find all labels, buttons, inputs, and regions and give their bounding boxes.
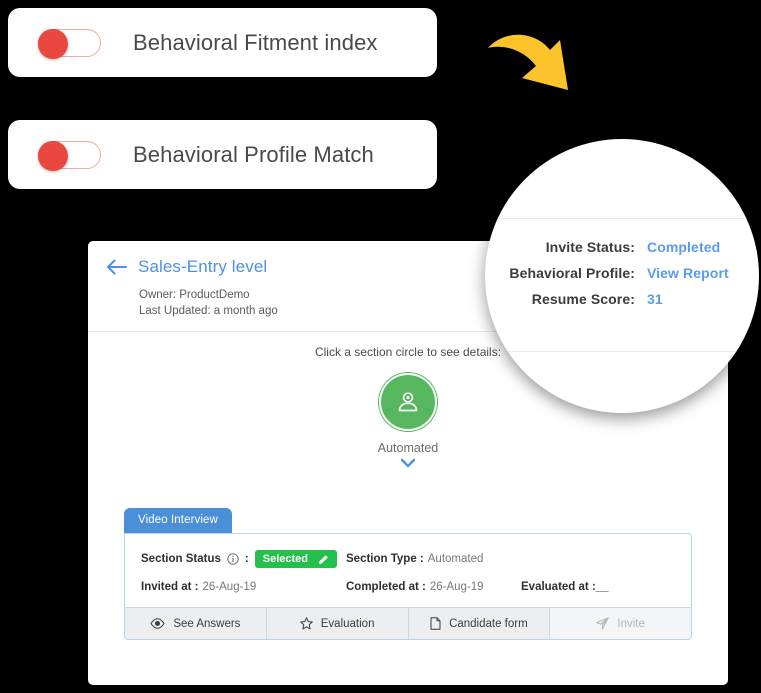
page-title: Sales-Entry level [138,257,268,276]
completed-at-value: 26-Aug-19 [429,581,484,593]
section-name-label: Automated [377,441,439,455]
status-badge-label: Selected [262,553,308,565]
section-status-label: Section Status [141,553,221,565]
evaluation-button[interactable]: Evaluation [266,608,409,639]
see-answers-label: See Answers [173,617,241,630]
magnifier-divider-top [485,218,759,219]
evaluated-at-value: __ [595,581,609,593]
evaluated-at-field: Evaluated at : __ [521,581,609,593]
eye-icon [150,618,165,629]
magnified-row-resume-score: Resume Score: 31 [507,291,737,307]
section-status-field: Section Status : Selected [141,550,346,568]
completed-at-label: Completed at : [346,581,426,593]
section-type-field: Section Type : Automated [346,553,483,565]
toggle-knob-icon [38,140,68,171]
invited-at-value: 26-Aug-19 [202,581,257,593]
curved-arrow-icon [488,34,568,90]
toggle-switch-behavioral-fitment-index[interactable] [38,28,101,59]
magnified-hint-fragment: ils: [491,367,506,379]
document-icon [430,617,441,630]
section-detail-panel: Section Status : Selected Section Type:… [124,533,692,640]
toggle-card-behavioral-profile-match[interactable]: Behavioral Profile Match [8,120,437,189]
colon-separator: : [244,553,249,565]
info-line-top: Section Status : Selected Section Type:… [141,550,675,568]
magnified-detail-list: Invite Status: Completed Behavioral Prof… [507,239,737,307]
magnifier-divider-bottom [485,351,759,352]
magnified-row-behavioral-profile: Behavioral Profile: View Report [507,265,737,281]
see-answers-button[interactable]: See Answers [125,608,267,639]
status-badge[interactable]: Selected [254,550,337,568]
magnified-value[interactable]: 31 [647,291,663,307]
magnifier-lens: Invite Status: Completed Behavioral Prof… [485,139,759,413]
section-type-value: Automated [427,553,484,565]
magnified-label: Invite Status: [545,239,635,255]
candidate-form-label: Candidate form [449,617,528,630]
toggle-card-behavioral-fitment-index[interactable]: Behavioral Fitment index [8,8,437,77]
tab-strip: Video Interview [124,508,692,533]
invite-label: Invite [617,617,645,630]
magnified-label: Resume Score: [531,291,635,307]
chevron-down-icon[interactable] [400,458,416,468]
toggle-knob-icon [38,28,68,59]
panel-body: Section Status : Selected Section Type:… [125,534,691,607]
magnified-value[interactable]: View Report [647,265,729,281]
candidate-form-button[interactable]: Candidate form [408,608,551,639]
info-circle-icon[interactable] [227,553,239,565]
star-icon [299,617,313,630]
toggle-label: Behavioral Profile Match [133,141,374,167]
info-line-bottom: Invited at : 26-Aug-19 Completed at : 26… [141,581,675,593]
webcam-person-icon [398,392,418,412]
action-button-row: See Answers Evaluation Candidate form In… [125,607,691,639]
pencil-icon[interactable] [318,554,329,565]
completed-at-field: Completed at : 26-Aug-19 [346,581,521,593]
invited-at-label: Invited at : [141,581,199,593]
back-arrow-icon[interactable] [106,259,127,275]
evaluation-label: Evaluation [320,617,375,630]
paper-plane-icon [596,617,610,630]
toggle-label: Behavioral Fitment index [133,29,378,55]
magnified-row-invite-status: Invite Status: Completed [507,239,737,255]
section-node-automated[interactable]: Automated [378,373,438,473]
toggle-switch-behavioral-profile-match[interactable] [38,140,101,171]
tab-video-interview[interactable]: Video Interview [124,508,232,533]
invited-at-field: Invited at : 26-Aug-19 [141,581,346,593]
evaluated-at-label: Evaluated at : [521,581,596,593]
magnified-value[interactable]: Completed [647,239,720,255]
section-detail-panel-wrap: Video Interview Section Status : Selecte [124,508,692,640]
section-type-label: Section Type : [346,553,424,565]
invite-button[interactable]: Invite [550,608,691,639]
section-circle[interactable] [379,373,437,431]
magnified-label: Behavioral Profile: [509,265,635,281]
